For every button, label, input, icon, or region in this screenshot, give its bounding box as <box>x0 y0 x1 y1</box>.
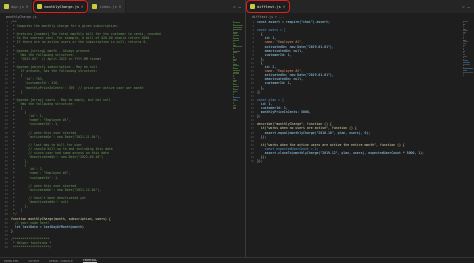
close-icon[interactable]: × <box>26 4 28 9</box>
close-icon[interactable]: × <box>81 4 83 9</box>
close-icon[interactable]: × <box>283 4 285 9</box>
left-code[interactable]: /** * Computes the monthly charge for a … <box>11 20 232 249</box>
right-editor[interactable]: 1 2 3 4 5 6 7 8 9 10 11 12 13 14 15 16 17 18 19 20 21 22 23 24 2… <box>246 20 462 257</box>
panel-tab-terminal[interactable]: TERMINAL <box>82 258 98 263</box>
js-file-icon <box>250 4 255 9</box>
tab-label: App.js <box>11 4 24 9</box>
code-line[interactable]: *******************/ <box>11 245 232 249</box>
panel-tab-bar: PROBLEMS OUTPUT DEBUG CONSOLE TERMINAL <box>0 257 474 263</box>
editor-actions: ▫… <box>233 0 245 13</box>
js-file-icon <box>4 4 9 9</box>
tab-label: monthlyCharge.js <box>44 4 80 9</box>
code-line[interactable]: }); <box>257 159 462 163</box>
right-code[interactable]: const assert = require("chai").assert; co… <box>257 20 462 163</box>
editor-actions: ▫… <box>462 0 474 13</box>
editor-tab[interactable]: index.js × <box>88 0 127 13</box>
left-breadcrumb[interactable]: monthlyCharge.js <box>0 13 245 20</box>
editor-tab[interactable]: App.js × <box>0 0 34 13</box>
more-actions-icon[interactable]: … <box>468 4 470 9</box>
panel-tab-debug-console[interactable]: DEBUG CONSOLE <box>49 259 72 263</box>
tab-label: index.js <box>99 4 117 9</box>
right-minimap[interactable] <box>463 20 473 100</box>
left-tab-bar: App.js × monthlyCharge.js × index.js × ▫… <box>0 0 245 13</box>
more-actions-icon[interactable]: … <box>239 4 241 9</box>
panel-tab-output[interactable]: OUTPUT <box>28 259 39 263</box>
js-file-icon <box>37 4 43 9</box>
left-line-numbers: 1 2 3 4 5 6 7 8 9 10 11 12 13 14 15 16 17 18 19 20 21 22 23 24 2… <box>0 20 10 249</box>
left-minimap[interactable] <box>233 20 243 140</box>
editor-tab[interactable]: monthlyCharge.js × <box>33 0 89 13</box>
editor-tab[interactable]: difftest.js × <box>246 0 291 13</box>
right-line-numbers: 1 2 3 4 5 6 7 8 9 10 11 12 13 14 15 16 17 18 19 20 21 22 23 24 2… <box>246 20 256 163</box>
right-tab-bar: difftest.js × ▫… <box>246 0 474 13</box>
line-number: 56 <box>4 245 8 250</box>
split-editor-icon[interactable]: ▫ <box>233 4 235 9</box>
panel-tab-problems[interactable]: PROBLEMS <box>4 259 18 263</box>
right-breadcrumb[interactable]: difftest.js > ... <box>246 13 474 20</box>
js-file-icon <box>92 4 98 9</box>
left-editor[interactable]: 1 2 3 4 5 6 7 8 9 10 11 12 13 14 15 16 17 18 19 20 21 22 23 24 2… <box>0 20 232 257</box>
close-icon[interactable]: × <box>119 4 121 9</box>
split-editor-icon[interactable]: ▫ <box>462 4 464 9</box>
line-number: 35 <box>250 159 254 164</box>
tab-label: difftest.js <box>257 4 281 9</box>
